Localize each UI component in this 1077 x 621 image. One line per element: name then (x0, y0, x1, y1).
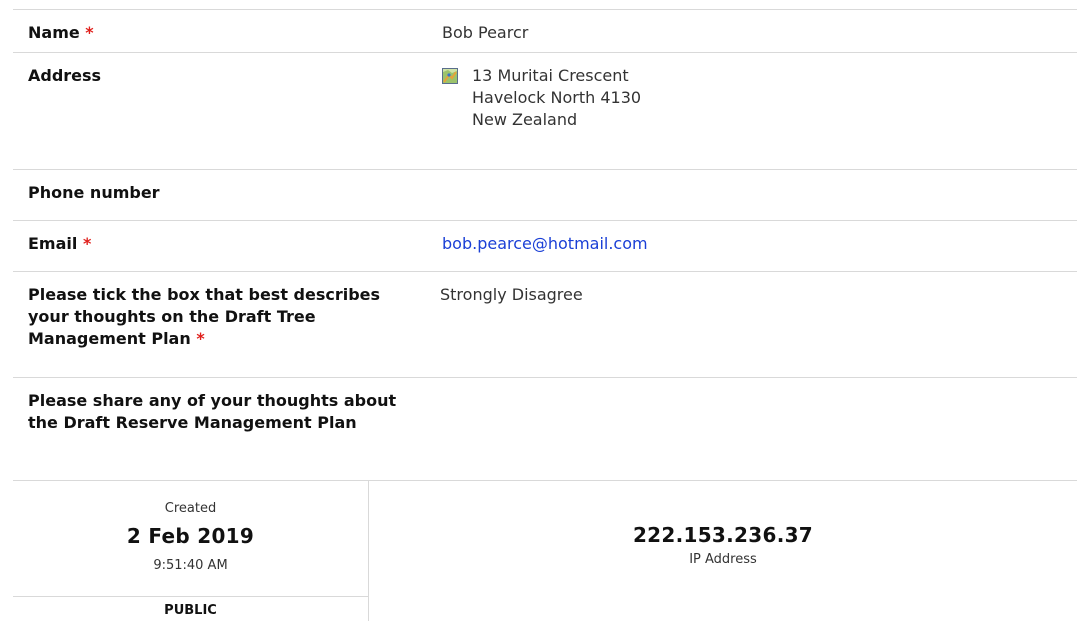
field-value-tree-plan: Strongly Disagree (440, 285, 583, 304)
meta-right-panel: 222.153.236.37 IP Address (369, 481, 1077, 621)
field-label-text: Address (28, 66, 102, 85)
field-value-reserve-plan (413, 378, 1077, 481)
field-value-name: Bob Pearcr (442, 23, 529, 42)
required-marker: * (82, 234, 92, 253)
visibility-badge: PUBLIC (164, 603, 217, 618)
field-row-address: Address 13 Muritai Crescent Havelock Nor… (13, 52, 1077, 169)
field-label-reserve-plan: Please share any of your thoughts about … (13, 378, 413, 481)
submission-form: Name * Bob Pearcr Address 13 Muritai Cre… (13, 9, 1077, 481)
field-label-tree-plan: Please tick the box that best describes … (13, 272, 413, 377)
map-icon[interactable] (442, 68, 458, 84)
field-label-text: Please share any of your thoughts about … (28, 391, 397, 432)
created-date: 2 Feb 2019 (126, 524, 255, 548)
field-row-phone: Phone number (13, 169, 1077, 220)
address-line-3: New Zealand (472, 110, 578, 129)
field-label-phone: Phone number (13, 170, 413, 220)
field-row-name: Name * Bob Pearcr (13, 9, 1077, 52)
email-link[interactable]: bob.pearce@hotmail.com (442, 234, 648, 253)
created-box: Created 2 Feb 2019 9:51:40 AM (13, 481, 368, 597)
ip-address-label: IP Address (689, 552, 757, 567)
required-marker: * (85, 23, 94, 42)
field-label-email: Email * (13, 221, 413, 271)
field-value-phone (413, 170, 1077, 220)
required-marker: * (196, 329, 205, 348)
field-row-tree-plan: Please tick the box that best describes … (13, 271, 1077, 377)
field-label-text: Email (28, 234, 78, 253)
meta-left-panel: Created 2 Feb 2019 9:51:40 AM PUBLIC (13, 481, 369, 621)
field-row-reserve-plan: Please share any of your thoughts about … (13, 377, 1077, 481)
field-value-email: bob.pearce@hotmail.com (413, 221, 1077, 271)
field-value-address: 13 Muritai Crescent Havelock North 4130 … (413, 53, 1077, 169)
field-label-address: Address (13, 53, 413, 169)
submission-meta: Created 2 Feb 2019 9:51:40 AM PUBLIC 222… (13, 480, 1077, 621)
created-time: 9:51:40 AM (153, 558, 228, 573)
field-label-text: Phone number (28, 183, 160, 202)
ip-address-value: 222.153.236.37 (632, 523, 814, 547)
field-label-name: Name * (13, 10, 413, 52)
field-label-text: Name (28, 23, 80, 42)
address-line-1: 13 Muritai Crescent (472, 66, 629, 85)
created-label: Created (164, 501, 217, 516)
address-line-2: Havelock North 4130 (472, 88, 642, 107)
field-row-email: Email * bob.pearce@hotmail.com (13, 220, 1077, 271)
